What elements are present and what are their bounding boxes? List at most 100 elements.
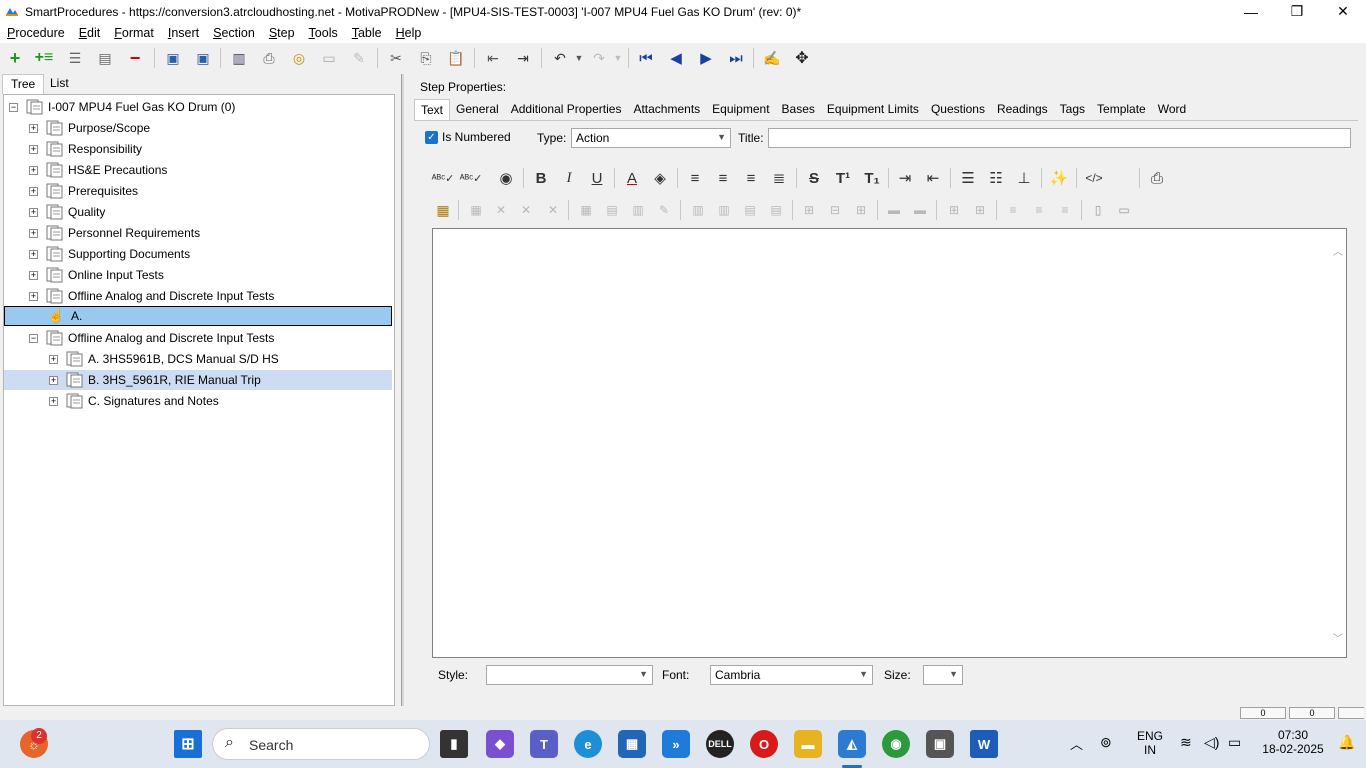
outdent-icon[interactable]: ⇤ xyxy=(482,47,504,69)
split-vertical-icon[interactable]: ▬ xyxy=(910,201,930,219)
spell-check-icon[interactable]: ᴬᴮᶜ✓ xyxy=(432,167,455,189)
next-icon[interactable]: ▶ xyxy=(695,47,717,69)
tree-item[interactable]: + Quality xyxy=(29,202,105,222)
store-icon[interactable]: ▦ xyxy=(618,730,646,758)
expand-icon[interactable]: + xyxy=(29,249,38,259)
clock[interactable]: 07:30 18-02-2025 xyxy=(1258,728,1328,756)
superscript-icon[interactable]: T¹ xyxy=(832,167,854,189)
tree-child[interactable]: + A. 3HS5961B, DCS Manual S/D HS xyxy=(49,349,279,369)
italic-icon[interactable]: I xyxy=(558,167,580,189)
menu-edit[interactable]: Edit xyxy=(72,26,108,40)
type-select[interactable]: Action ▼ xyxy=(571,128,731,148)
bold-icon[interactable]: B xyxy=(530,167,552,189)
expand-icon[interactable]: + xyxy=(29,291,38,301)
tab-bases[interactable]: Bases xyxy=(776,99,821,120)
menu-step[interactable]: Step xyxy=(262,26,302,40)
tree-item[interactable]: + Purpose/Scope xyxy=(29,118,150,138)
split-cell-icon[interactable]: ⊞ xyxy=(799,201,819,219)
menu-help[interactable]: Help xyxy=(389,26,429,40)
tree-section[interactable]: − Offline Analog and Discrete Input Tests xyxy=(29,328,274,348)
cell-format-icon[interactable]: ✎ xyxy=(654,201,674,219)
cell-align-left-icon[interactable]: ≡ xyxy=(1003,201,1023,219)
add-icon[interactable]: + xyxy=(4,47,26,69)
list-icon[interactable]: ▤ xyxy=(94,47,116,69)
cut-icon[interactable]: ✂ xyxy=(385,47,407,69)
network-icon[interactable]: ⊚ xyxy=(1100,734,1112,751)
collapse-icon[interactable]: − xyxy=(9,102,18,112)
size-select[interactable]: ▼ xyxy=(923,665,963,685)
expand-icon[interactable]: + xyxy=(29,165,38,175)
expand-icon[interactable]: + xyxy=(29,144,38,154)
tree-item[interactable]: + Personnel Requirements xyxy=(29,223,200,243)
print-icon[interactable]: ⎙ xyxy=(1146,167,1168,189)
step-text-editor[interactable]: ︿ ﹀ xyxy=(432,228,1347,658)
tab-template[interactable]: Template xyxy=(1091,99,1152,120)
paste-icon[interactable]: 📋 xyxy=(445,47,467,69)
indent-icon[interactable]: ⇥ xyxy=(512,47,534,69)
highlight-color-icon[interactable]: ◈ xyxy=(649,167,671,189)
language-indicator[interactable]: ENG IN xyxy=(1134,729,1166,757)
tab-list[interactable]: List xyxy=(42,74,77,94)
minimize-button[interactable]: — xyxy=(1228,0,1274,23)
insert-table-icon[interactable]: ▦ xyxy=(433,201,453,219)
procedure-tree[interactable]: − I-007 MPU4 Fuel Gas KO Drum (0) + Purpo… xyxy=(3,94,395,706)
delete-column-icon[interactable]: ✕ xyxy=(543,201,563,219)
menu-tools[interactable]: Tools xyxy=(302,26,345,40)
link-icon[interactable]: ◎ xyxy=(288,47,310,69)
tree-item-selected[interactable]: ☝ A. xyxy=(4,306,392,326)
windows-start-icon[interactable]: ⊞ xyxy=(174,730,202,758)
align-left-icon[interactable]: ≡ xyxy=(684,167,706,189)
redo-dropdown-icon[interactable]: ▼ xyxy=(607,47,629,69)
expand-icon[interactable]: + xyxy=(29,123,38,133)
font-color-icon[interactable]: A xyxy=(621,167,643,189)
title-input[interactable] xyxy=(768,128,1351,148)
smartprocedures-taskbar-icon[interactable]: ◭ xyxy=(838,730,866,758)
numbered-list-icon[interactable]: ☷ xyxy=(985,167,1007,189)
cell-style-icon[interactable]: ▥ xyxy=(628,201,648,219)
scroll-up-icon[interactable]: ︿ xyxy=(1333,243,1343,258)
add-child-icon[interactable]: +≡ xyxy=(33,47,55,69)
strikethrough-icon[interactable]: S xyxy=(803,167,825,189)
tree-child[interactable]: + C. Signatures and Notes xyxy=(49,391,219,411)
insert-row-above-icon[interactable]: ▤ xyxy=(740,201,760,219)
menu-table[interactable]: Table xyxy=(345,26,389,40)
expand-icon[interactable]: + xyxy=(29,207,38,217)
tree-item[interactable]: + HS&E Precautions xyxy=(29,160,167,180)
edge-browser-icon[interactable]: e xyxy=(574,730,602,758)
tab-word[interactable]: Word xyxy=(1152,99,1192,120)
previous-icon[interactable]: ◀ xyxy=(665,47,687,69)
horizontal-line-icon[interactable]: ⊥ xyxy=(1013,167,1035,189)
menu-section[interactable]: Section xyxy=(206,26,262,40)
first-icon[interactable]: ⏮ xyxy=(635,47,657,69)
insert-row-below-icon[interactable]: ▤ xyxy=(766,201,786,219)
table-properties-icon[interactable]: ▦ xyxy=(466,201,486,219)
expand-icon[interactable]: + xyxy=(29,186,38,196)
battery-icon[interactable]: ▭ xyxy=(1228,734,1241,751)
word-icon[interactable]: W xyxy=(970,730,998,758)
tree-item[interactable]: + Supporting Documents xyxy=(29,244,190,264)
remove-icon[interactable]: − xyxy=(124,47,146,69)
merge-right-icon[interactable]: ⊞ xyxy=(851,201,871,219)
spell-check-as-you-type-icon[interactable]: ᴬᴮᶜ✓ xyxy=(460,167,483,189)
terminal-blue-icon[interactable]: » xyxy=(662,730,690,758)
tree-root[interactable]: − I-007 MPU4 Fuel Gas KO Drum (0) xyxy=(9,97,235,117)
cell-align-center-icon[interactable]: ≡ xyxy=(1029,201,1049,219)
notifications-icon[interactable]: 🔔 xyxy=(1338,734,1355,751)
expand-icon[interactable]: + xyxy=(49,354,58,364)
delete-row-icon[interactable]: ✕ xyxy=(516,201,536,219)
menu-insert[interactable]: Insert xyxy=(161,26,206,40)
underline-icon[interactable]: U xyxy=(586,167,608,189)
chrome-icon[interactable]: ◉ xyxy=(882,730,910,758)
cell-align-right-icon[interactable]: ≡ xyxy=(1055,201,1075,219)
style-select[interactable]: ▼ xyxy=(486,665,653,685)
window-icon[interactable]: ▭ xyxy=(318,47,340,69)
show-hidden-icons-icon[interactable]: ︿ xyxy=(1070,734,1083,753)
cylinder-icon[interactable]: ▯ xyxy=(1088,201,1108,219)
insert-column-left-icon[interactable]: ▥ xyxy=(688,201,708,219)
tree-item[interactable]: + Prerequisites xyxy=(29,181,138,201)
tree-item[interactable]: + Responsibility xyxy=(29,139,142,159)
bar-icon[interactable]: ▭ xyxy=(1114,201,1134,219)
opera-icon[interactable]: O xyxy=(750,730,778,758)
properties-icon[interactable]: ☰ xyxy=(64,47,86,69)
is-numbered-checkbox[interactable]: ✓ xyxy=(425,131,438,144)
